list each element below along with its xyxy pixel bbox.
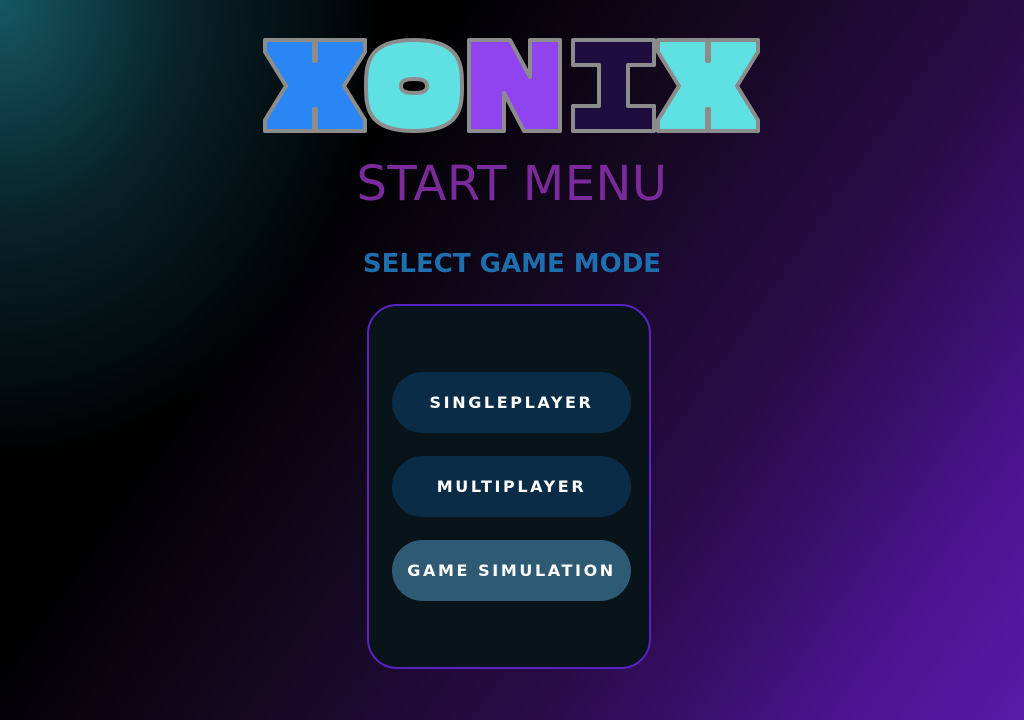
game-simulation-button[interactable]: GAME SIMULATION [392,540,631,601]
multiplayer-button[interactable]: MULTIPLAYER [392,456,631,517]
logo-letter-o [364,38,464,133]
start-menu-title: START MENU [356,156,668,212]
game-mode-panel: SINGLEPLAYER MULTIPLAYER GAME SIMULATION [367,304,651,669]
logo-letter-x2 [656,38,760,133]
xonix-logo [262,37,762,134]
logo-letter-x1 [263,38,367,133]
logo-letter-n [467,38,562,133]
logo-letter-i [571,38,656,133]
select-game-mode-heading: SELECT GAME MODE [362,249,662,279]
singleplayer-button[interactable]: SINGLEPLAYER [392,372,631,433]
